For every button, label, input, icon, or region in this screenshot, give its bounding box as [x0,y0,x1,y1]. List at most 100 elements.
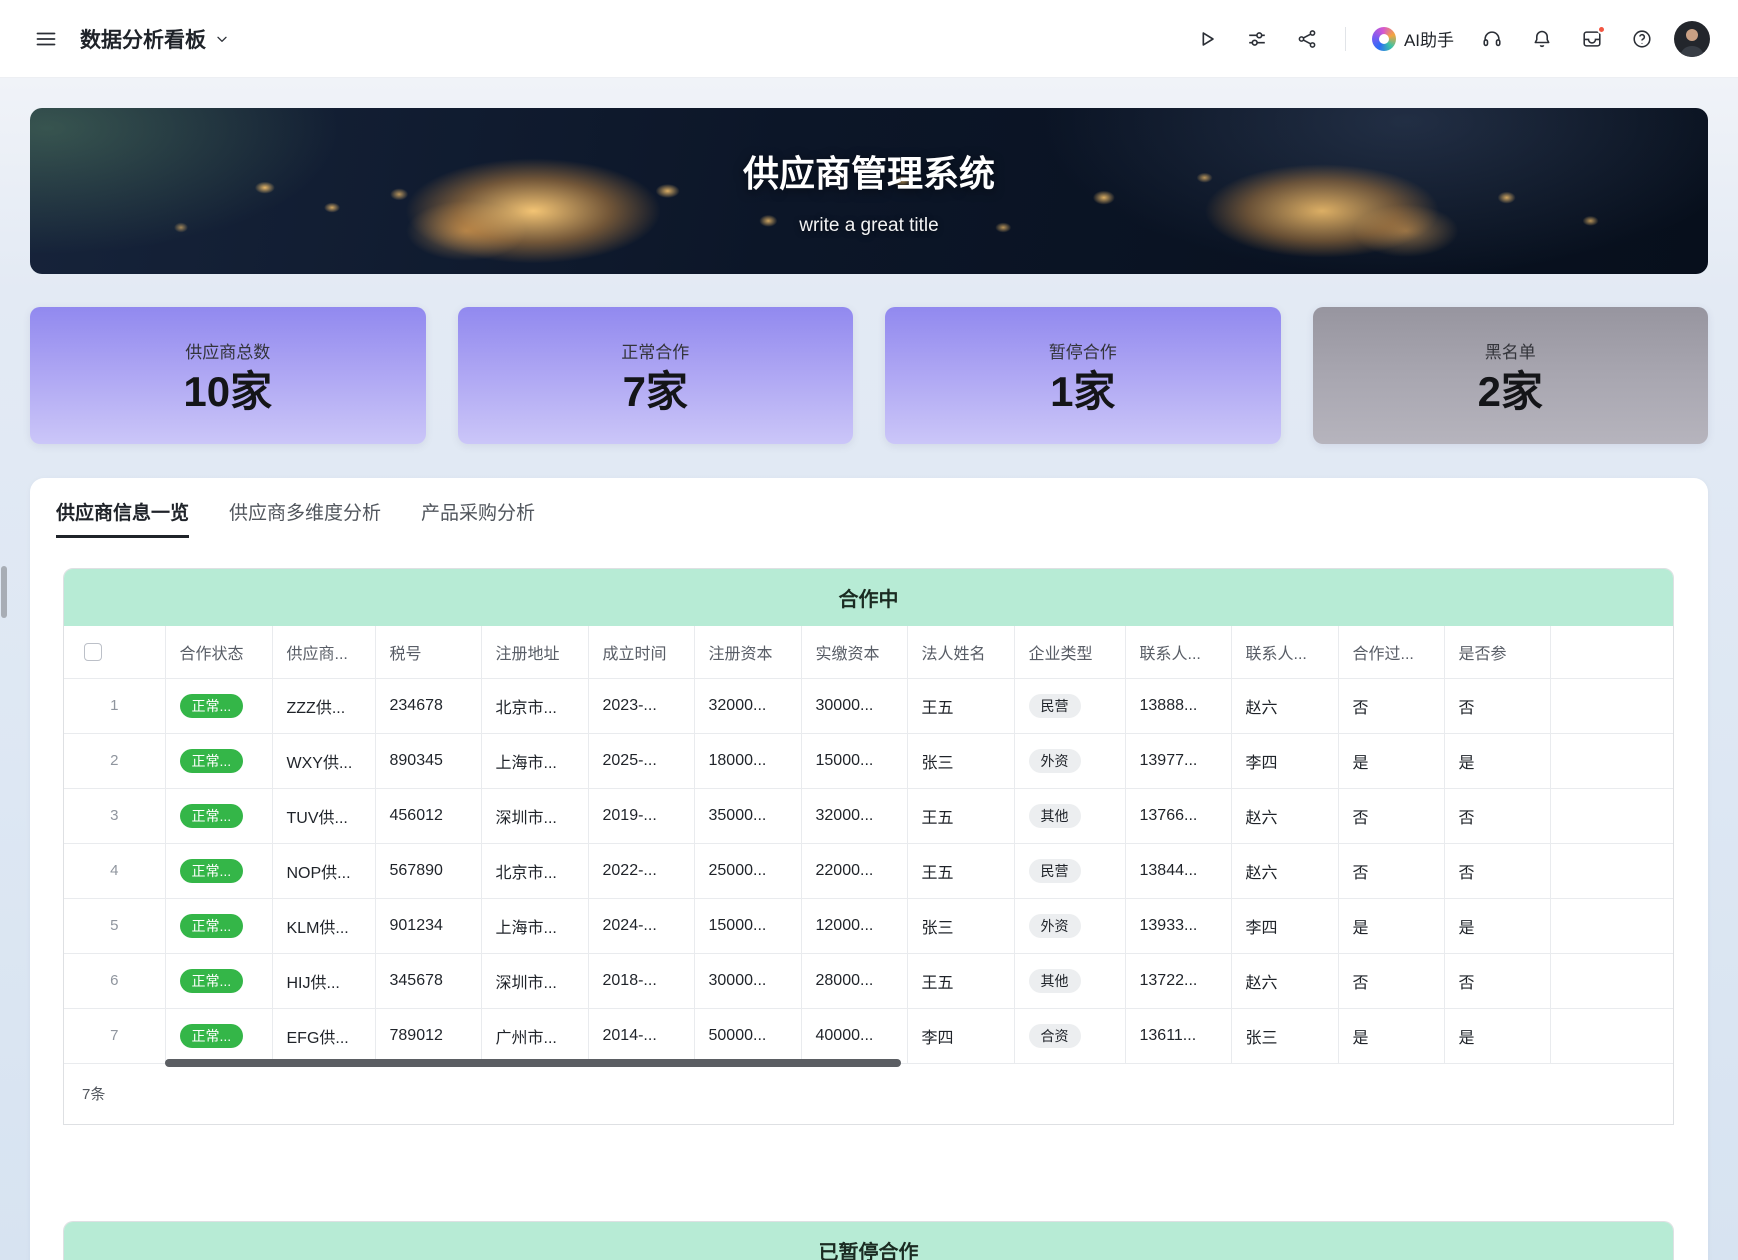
cell[interactable]: 王五 [907,843,1014,898]
stat-card-paused-cooperation[interactable]: 暂停合作 1家 [885,307,1281,444]
cell[interactable]: 是 [1444,733,1550,788]
cell[interactable]: 901234 [375,898,481,953]
help-icon[interactable] [1624,21,1660,57]
col-participation[interactable]: 是否参 [1444,626,1550,678]
cell[interactable]: 张三 [907,898,1014,953]
table-row[interactable]: 7 正常... EFG供... 789012 广州市... 2014-... 5… [64,1008,1674,1063]
cell[interactable]: 12000... [801,898,907,953]
table-row[interactable]: 5 正常... KLM供... 901234 上海市... 2024-... 1… [64,898,1674,953]
menu-icon[interactable] [28,21,64,57]
cell[interactable]: 正常... [165,898,272,953]
cell[interactable]: 李四 [1231,733,1338,788]
cell[interactable]: 50000... [694,1008,801,1063]
cell[interactable]: 32000... [801,788,907,843]
table-horizontal-scrollbar[interactable] [165,1059,901,1067]
cell[interactable]: 正常... [165,678,272,733]
cell[interactable]: 40000... [801,1008,907,1063]
cell[interactable]: 正常... [165,843,272,898]
table-row[interactable]: 6 正常... HIJ供... 345678 深圳市... 2018-... 3… [64,953,1674,1008]
cell[interactable]: HIJ供... [272,953,375,1008]
cell[interactable]: 2022-... [588,843,694,898]
cell[interactable]: 35000... [694,788,801,843]
cell[interactable]: 否 [1444,953,1550,1008]
cell[interactable]: 否 [1338,953,1444,1008]
col-contact-name[interactable]: 联系人... [1231,626,1338,678]
cell[interactable]: EFG供... [272,1008,375,1063]
cell[interactable]: 正常... [165,1008,272,1063]
dashboard-title-dropdown[interactable]: 数据分析看板 [80,24,230,54]
page-vertical-scrollbar[interactable] [1,566,7,618]
table-row[interactable]: 1 正常... ZZZ供... 234678 北京市... 2023-... 3… [64,678,1674,733]
col-legal-name[interactable]: 法人姓名 [907,626,1014,678]
col-registered-address[interactable]: 注册地址 [481,626,588,678]
cell[interactable]: 赵六 [1231,678,1338,733]
cell[interactable]: 13888... [1125,678,1231,733]
col-paid-capital[interactable]: 实缴资本 [801,626,907,678]
cell[interactable]: 30000... [801,678,907,733]
col-company-type[interactable]: 企业类型 [1014,626,1125,678]
cell[interactable]: 王五 [907,953,1014,1008]
cell[interactable]: 赵六 [1231,788,1338,843]
user-avatar[interactable] [1674,21,1710,57]
cell[interactable]: 否 [1444,788,1550,843]
cell[interactable]: TUV供... [272,788,375,843]
cell[interactable]: 上海市... [481,898,588,953]
cell[interactable]: 民营 [1014,843,1125,898]
cell[interactable]: 外资 [1014,898,1125,953]
cell[interactable]: 否 [1338,678,1444,733]
cell[interactable]: 13611... [1125,1008,1231,1063]
table-row[interactable]: 3 正常... TUV供... 456012 深圳市... 2019-... 3… [64,788,1674,843]
cell[interactable]: 张三 [1231,1008,1338,1063]
cell[interactable]: 张三 [907,733,1014,788]
cell[interactable]: 上海市... [481,733,588,788]
cell[interactable]: 否 [1338,843,1444,898]
cell[interactable]: 否 [1444,678,1550,733]
col-founded-date[interactable]: 成立时间 [588,626,694,678]
cell[interactable]: KLM供... [272,898,375,953]
cell[interactable]: 正常... [165,953,272,1008]
cell[interactable]: NOP供... [272,843,375,898]
cell[interactable]: 30000... [694,953,801,1008]
cell[interactable]: 王五 [907,678,1014,733]
cell[interactable]: 22000... [801,843,907,898]
cell[interactable]: 北京市... [481,843,588,898]
cell[interactable]: WXY供... [272,733,375,788]
col-registered-capital[interactable]: 注册资本 [694,626,801,678]
cell[interactable]: 456012 [375,788,481,843]
cell[interactable]: 13977... [1125,733,1231,788]
table-row[interactable]: 2 正常... WXY供... 890345 上海市... 2025-... 1… [64,733,1674,788]
cell[interactable]: 其他 [1014,953,1125,1008]
stat-card-normal-cooperation[interactable]: 正常合作 7家 [458,307,854,444]
cell[interactable]: 13766... [1125,788,1231,843]
cell[interactable]: 28000... [801,953,907,1008]
cell[interactable]: 正常... [165,788,272,843]
col-contact-phone[interactable]: 联系人... [1125,626,1231,678]
cell[interactable]: 正常... [165,733,272,788]
cell[interactable]: 2019-... [588,788,694,843]
cell[interactable]: 赵六 [1231,843,1338,898]
cell[interactable]: 否 [1444,843,1550,898]
notifications-bell-icon[interactable] [1524,21,1560,57]
cell[interactable]: 外资 [1014,733,1125,788]
cell[interactable]: 567890 [375,843,481,898]
col-supplier-name[interactable]: 供应商... [272,626,375,678]
tab-procurement-analysis[interactable]: 产品采购分析 [421,498,535,538]
cell[interactable]: 234678 [375,678,481,733]
cell[interactable]: 深圳市... [481,788,588,843]
cell[interactable]: 王五 [907,788,1014,843]
cell[interactable]: 2018-... [588,953,694,1008]
cell[interactable]: 其他 [1014,788,1125,843]
cell[interactable]: 否 [1338,788,1444,843]
present-icon[interactable] [1189,21,1225,57]
cell[interactable]: 13844... [1125,843,1231,898]
cell[interactable]: 民营 [1014,678,1125,733]
cell[interactable]: 15000... [694,898,801,953]
cell[interactable]: 25000... [694,843,801,898]
tab-multidimensional-analysis[interactable]: 供应商多维度分析 [229,498,381,538]
col-tax-id[interactable]: 税号 [375,626,481,678]
cell[interactable]: 赵六 [1231,953,1338,1008]
cell[interactable]: 18000... [694,733,801,788]
cell[interactable]: 13722... [1125,953,1231,1008]
cell[interactable]: 2024-... [588,898,694,953]
cell[interactable]: 890345 [375,733,481,788]
